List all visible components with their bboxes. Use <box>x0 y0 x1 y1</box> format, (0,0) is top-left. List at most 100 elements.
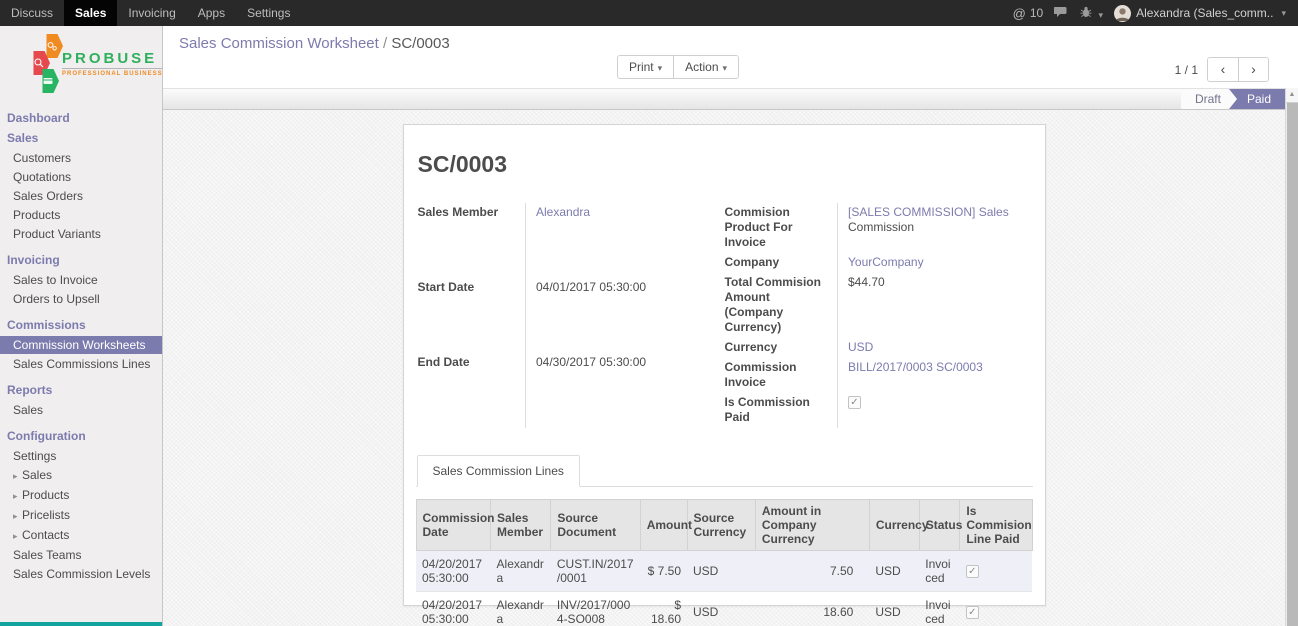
field-label-is-commission-paid: Is Commission Paid <box>723 393 838 428</box>
topbar: Discuss Sales Invoicing Apps Settings @ … <box>0 0 1298 26</box>
cell-amount-company: 18.60 <box>755 592 869 626</box>
bug-icon <box>1080 6 1092 18</box>
cell-source-currency: USD <box>687 551 755 592</box>
debug-menu[interactable]: ▾ <box>1080 6 1103 21</box>
sidebar-item-dashboard[interactable]: Dashboard <box>0 108 162 128</box>
menu-sales[interactable]: Sales <box>64 0 117 26</box>
sales-member-value[interactable]: Alexandra <box>536 205 590 219</box>
field-label-sales-member: Sales Member <box>416 203 526 278</box>
tab-sales-commission-lines[interactable]: Sales Commission Lines <box>417 455 580 487</box>
pager-next-button[interactable]: › <box>1238 58 1268 81</box>
card-icon <box>42 75 54 87</box>
sidebar-item-reports-sales[interactable]: Sales <box>0 401 162 419</box>
sidebar-item-sales-commissions-lines[interactable]: Sales Commissions Lines <box>0 355 162 373</box>
scrollbar-thumb[interactable] <box>1287 103 1298 626</box>
state-draft[interactable]: Draft <box>1181 89 1237 109</box>
pager-previous-button[interactable]: ‹ <box>1208 58 1238 81</box>
state-paid[interactable]: Paid <box>1229 89 1285 109</box>
sidebar-item-products[interactable]: Products <box>0 206 162 224</box>
commission-invoice-value[interactable]: BILL/2017/0003 SC/0003 <box>848 360 983 374</box>
field-label-company: Company <box>723 253 838 273</box>
sidebar-section-reports[interactable]: Reports <box>0 380 162 400</box>
menu-invoicing[interactable]: Invoicing <box>117 0 186 26</box>
sidebar: PROBUSE PROFESSIONAL BUSINESS Dashboard … <box>0 26 163 626</box>
total-commission-value: $44.70 <box>838 273 1033 338</box>
sidebar-item-sales-orders[interactable]: Sales Orders <box>0 187 162 205</box>
table-header-row: Commission Date Sales Member Source Docu… <box>416 500 1032 551</box>
breadcrumb-parent[interactable]: Sales Commission Worksheet <box>179 35 379 52</box>
mention-count: 10 <box>1030 6 1043 20</box>
form-view: SC/0003 Sales Member Alexandra Start Dat… <box>163 110 1298 626</box>
sidebar-item-label: Sales <box>22 468 52 482</box>
sidebar-item-customers[interactable]: Customers <box>0 149 162 167</box>
record-title: SC/0003 <box>418 151 1033 178</box>
statusbar: Draft Paid <box>1181 89 1285 109</box>
messages-icon[interactable] <box>1054 6 1069 21</box>
toolbar-button-group: Print▾ Action ▾ <box>617 55 739 79</box>
sidebar-item-contacts[interactable]: ▸Contacts <box>0 526 162 545</box>
chevron-down-icon: ▾ <box>1099 10 1104 20</box>
sheet: SC/0003 Sales Member Alexandra Start Dat… <box>403 124 1046 606</box>
chevron-down-icon: ▾ <box>658 63 663 73</box>
menu-discuss[interactable]: Discuss <box>0 0 64 26</box>
action-button[interactable]: Action ▾ <box>673 56 738 78</box>
check-icon: ✓ <box>967 566 978 577</box>
sidebar-section-sales[interactable]: Sales <box>0 128 162 148</box>
field-label-end-date: End Date <box>416 353 526 428</box>
sidebar-item-config-sales[interactable]: ▸Sales <box>0 466 162 485</box>
avatar <box>1114 5 1131 22</box>
print-button[interactable]: Print▾ <box>618 56 673 78</box>
is-commission-paid-checkbox: ✓ <box>848 396 861 409</box>
sidebar-item-sales-to-invoice[interactable]: Sales to Invoice <box>0 271 162 289</box>
field-label-total-commission: Total Commision Amount (Company Currency… <box>723 273 838 338</box>
sidebar-item-config-products[interactable]: ▸Products <box>0 486 162 505</box>
sidebar-item-commission-worksheets[interactable]: Commission Worksheets <box>0 336 162 354</box>
sidebar-item-quotations[interactable]: Quotations <box>0 168 162 186</box>
cell-currency: USD <box>869 592 919 626</box>
start-date-value: 04/01/2017 05:30:00 <box>526 278 689 353</box>
right-field-group: Commision Product For Invoice [SALES COM… <box>723 203 1033 428</box>
menu-settings[interactable]: Settings <box>236 0 301 26</box>
cell-status: Invoiced <box>919 551 960 592</box>
sidebar-item-sales-teams[interactable]: Sales Teams <box>0 546 162 564</box>
status-strip: Draft Paid <box>163 88 1298 110</box>
control-panel: Sales Commission Worksheet / SC/0003 Pri… <box>163 26 1298 88</box>
user-menu[interactable]: Alexandra (Sales_comm.. ▾ <box>1114 5 1286 22</box>
cell-amount: $ 18.60 <box>640 592 687 626</box>
currency-value[interactable]: USD <box>848 340 873 354</box>
sidebar-item-settings[interactable]: Settings <box>0 447 162 465</box>
col-source-currency: Source Currency <box>687 500 755 551</box>
field-groups: Sales Member Alexandra Start Date 04/01/… <box>416 203 1033 428</box>
cell-member: Alexandra <box>491 592 551 626</box>
sidebar-section-commissions[interactable]: Commissions <box>0 315 162 335</box>
sidebar-section-configuration[interactable]: Configuration <box>0 426 162 446</box>
field-label-commission-invoice: Commission Invoice <box>723 358 838 393</box>
sidebar-item-label: Products <box>22 488 69 502</box>
user-name: Alexandra (Sales_comm.. <box>1136 6 1273 20</box>
chevron-down-icon: ▾ <box>723 63 728 73</box>
sidebar-item-pricelists[interactable]: ▸Pricelists <box>0 506 162 525</box>
caret-right-icon: ▸ <box>13 490 22 502</box>
action-button-label: Action <box>685 60 718 74</box>
table-row[interactable]: 04/20/2017 05:30:00 Alexandra INV/2017/0… <box>416 592 1032 626</box>
sidebar-item-orders-to-upsell[interactable]: Orders to Upsell <box>0 290 162 308</box>
scrollbar: ▲ <box>1285 88 1298 626</box>
cell-line-paid: ✓ <box>960 551 1032 592</box>
sidebar-item-label: Pricelists <box>22 508 70 522</box>
magnifier-icon <box>33 57 45 69</box>
end-date-value: 04/30/2017 05:30:00 <box>526 353 689 428</box>
company-value[interactable]: YourCompany <box>848 255 924 269</box>
field-label-currency: Currency <box>723 338 838 358</box>
table-row[interactable]: 04/20/2017 05:30:00 Alexandra CUST.IN/20… <box>416 551 1032 592</box>
sidebar-item-sales-commission-levels[interactable]: Sales Commission Levels <box>0 565 162 583</box>
commission-product-value[interactable]: [SALES COMMISSION] Sales <box>848 205 1009 219</box>
pager-counter: 1 / 1 <box>1175 63 1198 77</box>
menu-apps[interactable]: Apps <box>187 0 236 26</box>
check-icon: ✓ <box>849 397 860 408</box>
sidebar-item-product-variants[interactable]: Product Variants <box>0 225 162 243</box>
col-currency: Currency <box>869 500 919 551</box>
mentions-counter[interactable]: @ 10 <box>1013 6 1044 21</box>
scroll-up-button[interactable]: ▲ <box>1286 88 1298 103</box>
pager-buttons: ‹ › <box>1207 57 1269 82</box>
sidebar-section-invoicing[interactable]: Invoicing <box>0 250 162 270</box>
